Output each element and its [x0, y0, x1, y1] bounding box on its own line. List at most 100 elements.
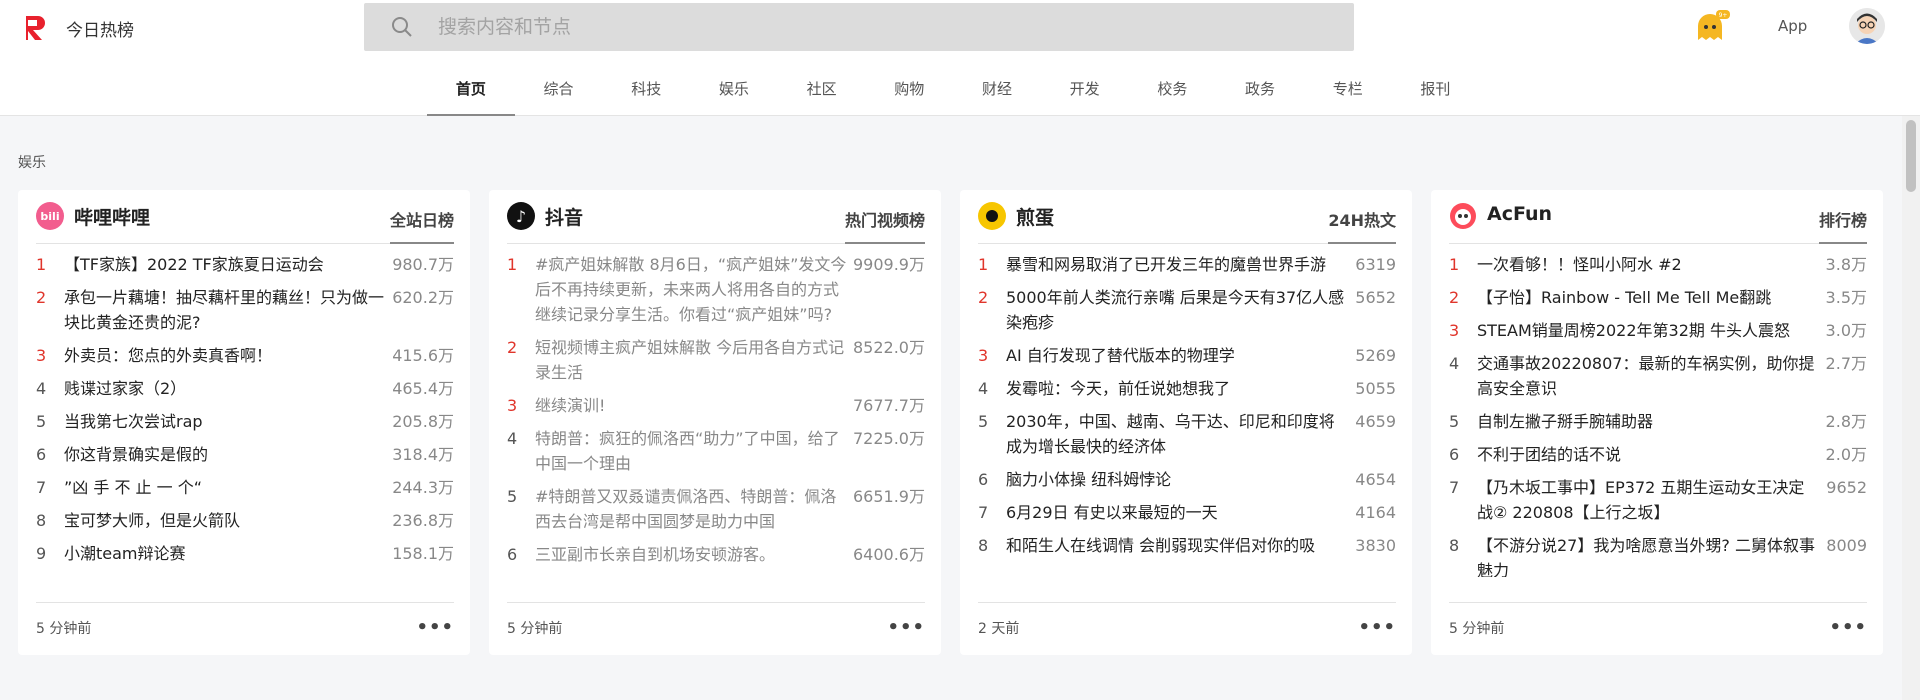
updated-time: 5 分钟前 [36, 621, 92, 637]
list-item[interactable]: 1 #疯产姐妹解散 8月6日，“疯产姐妹”发文今后不再持续更新，未来两人将用各自的… [507, 252, 925, 327]
list-item[interactable]: 3 STEAM销量周榜2022年第32期 牛头人震怒 3.0万 [1449, 318, 1867, 343]
list-item[interactable]: 4 交通事故20220807：最新的车祸实例，助你提高安全意识 2.7万 [1449, 351, 1867, 401]
tab-general[interactable]: 综合 [515, 62, 603, 116]
source-name[interactable]: AcFun [1487, 203, 1552, 225]
list-item[interactable]: 2 【子怡】Rainbow - Tell Me Tell Me翻跳 3.5万 [1449, 285, 1867, 310]
list-item[interactable]: 3 AI 自行发现了替代版本的物理学 5269 [978, 343, 1396, 368]
list-item[interactable]: 3 继续演训! 7677.7万 [507, 393, 925, 418]
list-item[interactable]: 6 不利于团结的话不说 2.0万 [1449, 442, 1867, 467]
source-name[interactable]: 哔哩哔哩 [74, 203, 150, 230]
tab-shopping[interactable]: 购物 [865, 62, 953, 116]
tab-home[interactable]: 首页 [427, 62, 515, 116]
list-item[interactable]: 8 和陌生人在线调情 会削弱现实伴侣对你的吸 3830 [978, 533, 1396, 558]
list-category[interactable]: 排行榜 [1818, 207, 1867, 244]
tab-finance[interactable]: 财经 [953, 62, 1041, 116]
source-name[interactable]: 抖音 [545, 203, 583, 230]
list-category[interactable]: 热门视频榜 [844, 207, 925, 244]
list-item[interactable]: 2 承包一片藕塘！抽尽藕杆里的藕丝！只为做一块比黄金还贵的泥? 620.2万 [36, 285, 454, 335]
tab-tech[interactable]: 科技 [602, 62, 690, 116]
item-title[interactable]: 6月29日 有史以来最短的一天 [1006, 500, 1349, 525]
item-title[interactable]: 【TF家族】2022 TF家族夏日运动会 [64, 252, 386, 277]
more-options-icon[interactable]: ••• [1829, 617, 1867, 638]
item-title[interactable]: 继续演训! [535, 393, 847, 418]
list-item[interactable]: 8 【不游分说27】我为啥愿意当外甥? 二舅体叙事魅力 8009 [1449, 533, 1867, 577]
search-box[interactable] [364, 3, 1354, 51]
item-title[interactable]: 承包一片藕塘！抽尽藕杆里的藕丝！只为做一块比黄金还贵的泥? [64, 285, 386, 335]
list-item[interactable]: 7 ”凶 手 不 止 一 个“ 244.3万 [36, 475, 454, 500]
item-title[interactable]: 短视频博主疯产姐妹解散 今后用各自方式记录生活 [535, 335, 847, 385]
list-item[interactable]: 2 5000年前人类流行亲嘴 后果是今天有37亿人感染疱疹 5652 [978, 285, 1396, 335]
source-name[interactable]: 煎蛋 [1016, 203, 1054, 230]
list-category[interactable]: 全站日榜 [389, 207, 454, 244]
item-title[interactable]: 三亚副市长亲自到机场安顿游客。 [535, 542, 847, 567]
more-options-icon[interactable]: ••• [416, 617, 454, 638]
item-title[interactable]: 【乃木坂工事中】EP372 五期生运动女王决定战② 220808【上行之坂】 [1477, 475, 1820, 525]
list-category[interactable]: 24H热文 [1328, 207, 1396, 244]
item-title[interactable]: 自制左撇子掰手腕辅助器 [1477, 409, 1820, 434]
item-title[interactable]: 特朗普：疯狂的佩洛西“助力”了中国，给了中国一个理由 [535, 426, 847, 476]
site-logo-icon[interactable] [24, 14, 50, 42]
scrollbar-thumb[interactable] [1906, 120, 1916, 192]
list-item[interactable]: 7 6月29日 有史以来最短的一天 4164 [978, 500, 1396, 525]
item-title[interactable]: 婚礼中或混是什么体验? [64, 574, 386, 577]
avatar[interactable] [1849, 8, 1885, 44]
item-title[interactable]: 宝可梦大师，但是火箭队 [64, 508, 386, 533]
more-options-icon[interactable]: ••• [887, 617, 925, 638]
list-item[interactable]: 5 自制左撇子掰手腕辅助器 2.8万 [1449, 409, 1867, 434]
list-item[interactable]: 2 短视频博主疯产姐妹解散 今后用各自方式记录生活 8522.0万 [507, 335, 925, 385]
item-title[interactable]: #疯产姐妹解散 8月6日，“疯产姐妹”发文今后不再持续更新，未来两人将用各自的方… [535, 252, 847, 327]
tab-government[interactable]: 政务 [1216, 62, 1304, 116]
list-item[interactable]: 3 外卖员：您点的外卖真香啊！ 415.6万 [36, 343, 454, 368]
item-title[interactable]: 外卖员：您点的外卖真香啊！ [64, 343, 386, 368]
item-title[interactable]: 你这背景确实是假的 [64, 442, 386, 467]
item-title[interactable]: 一次看够！！怪叫小阿水 #2 [1477, 252, 1820, 277]
site-name[interactable]: 今日热榜 [66, 16, 134, 41]
list-item[interactable]: 4 发霉啦：今天，前任说她想我了 5055 [978, 376, 1396, 401]
item-title[interactable]: 小潮team辩论赛 [64, 541, 386, 566]
egg-icon [979, 203, 1005, 229]
list-item[interactable]: 4 特朗普：疯狂的佩洛西“助力”了中国，给了中国一个理由 7225.0万 [507, 426, 925, 476]
tab-column[interactable]: 专栏 [1304, 62, 1392, 116]
list-item[interactable]: 8 宝可梦大师，但是火箭队 236.8万 [36, 508, 454, 533]
item-title[interactable]: 5000年前人类流行亲嘴 后果是今天有37亿人感染疱疹 [1006, 285, 1349, 335]
app-link[interactable]: App [1778, 17, 1807, 35]
list-item[interactable]: 1 一次看够！！怪叫小阿水 #2 3.8万 [1449, 252, 1867, 277]
item-title[interactable]: ”凶 手 不 止 一 个“ [64, 475, 386, 500]
list-item[interactable]: 4 贱谍过家家（2） 465.4万 [36, 376, 454, 401]
list-item[interactable]: 7 【乃木坂工事中】EP372 五期生运动女王决定战② 220808【上行之坂】 9… [1449, 475, 1867, 525]
item-title[interactable]: 贱谍过家家（2） [64, 376, 386, 401]
item-title[interactable]: 【子怡】Rainbow - Tell Me Tell Me翻跳 [1477, 285, 1820, 310]
item-title[interactable]: #特朗普又双叒谴责佩洛西、特朗普：佩洛西去台湾是帮中国圆梦是助力中国 [535, 484, 847, 534]
tab-dev[interactable]: 开发 [1041, 62, 1129, 116]
tab-campus[interactable]: 校务 [1129, 62, 1217, 116]
more-options-icon[interactable]: ••• [1358, 617, 1396, 638]
list-item[interactable]: 5 当我第七次尝试rap 205.8万 [36, 409, 454, 434]
list-item[interactable]: 10婚礼中或混是什么体验? 195.0万 [36, 574, 454, 577]
item-title[interactable]: 暴雪和网易取消了已开发三年的魔兽世界手游 [1006, 252, 1349, 277]
list-item[interactable]: 5 2030年，中国、越南、乌干达、印尼和印度将成为增长最快的经济体 4659 [978, 409, 1396, 459]
tab-newspaper[interactable]: 报刊 [1392, 62, 1480, 116]
item-title[interactable]: 不利于团结的话不说 [1477, 442, 1820, 467]
item-title[interactable]: 发霉啦：今天，前任说她想我了 [1006, 376, 1349, 401]
list-item[interactable]: 1 暴雪和网易取消了已开发三年的魔兽世界手游 6319 [978, 252, 1396, 277]
list-item[interactable]: 6 你这背景确实是假的 318.4万 [36, 442, 454, 467]
list-item[interactable]: 9 小潮team辩论赛 158.1万 [36, 541, 454, 566]
item-title[interactable]: 和陌生人在线调情 会削弱现实伴侣对你的吸 [1006, 533, 1349, 558]
search-input[interactable] [438, 3, 1318, 51]
tab-community[interactable]: 社区 [778, 62, 866, 116]
list-item[interactable]: 5 #特朗普又双叒谴责佩洛西、特朗普：佩洛西去台湾是帮中国圆梦是助力中国 6651.… [507, 484, 925, 534]
page-scrollbar[interactable] [1902, 116, 1920, 700]
list-item[interactable]: 6 脑力小体操 纽科姆悖论 4654 [978, 467, 1396, 492]
item-title[interactable]: STEAM销量周榜2022年第32期 牛头人震怒 [1477, 318, 1820, 343]
tab-entertainment[interactable]: 娱乐 [690, 62, 778, 116]
list-item[interactable]: 6 三亚副市长亲自到机场安顿游客。 6400.6万 [507, 542, 925, 567]
item-title[interactable]: 2030年，中国、越南、乌干达、印尼和印度将成为增长最快的经济体 [1006, 409, 1349, 459]
item-title[interactable]: AI 自行发现了替代版本的物理学 [1006, 343, 1349, 368]
heat-value: 9909.9万 [853, 255, 925, 274]
item-title[interactable]: 脑力小体操 纽科姆悖论 [1006, 467, 1349, 492]
list-item[interactable]: 1 【TF家族】2022 TF家族夏日运动会 980.7万 [36, 252, 454, 277]
item-title[interactable]: 交通事故20220807：最新的车祸实例，助你提高安全意识 [1477, 351, 1820, 401]
notification-mascot-icon[interactable]: 9+ [1694, 10, 1730, 44]
item-title[interactable]: 【不游分说27】我为啥愿意当外甥? 二舅体叙事魅力 [1477, 533, 1820, 577]
item-title[interactable]: 当我第七次尝试rap [64, 409, 386, 434]
